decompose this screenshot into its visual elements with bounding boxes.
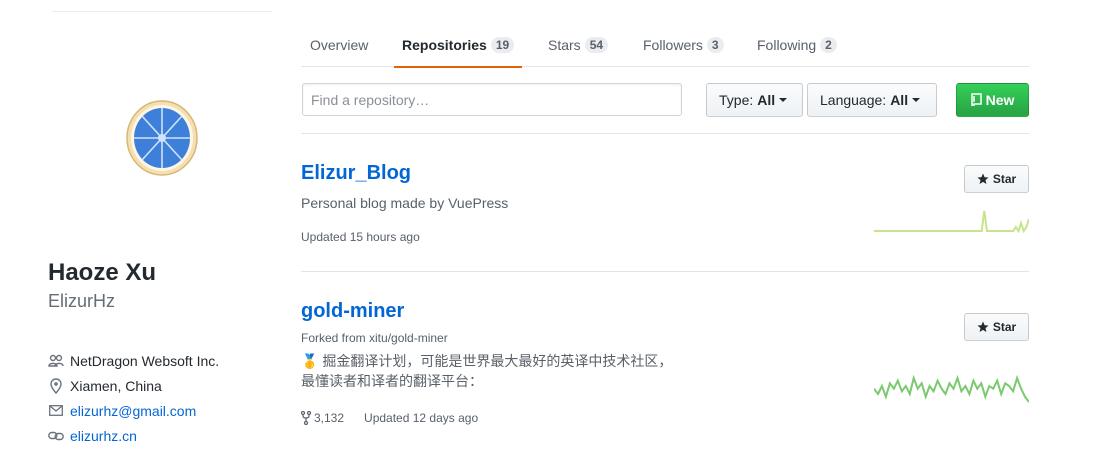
repository-description: 🥇 掘金翻译计划，可能是世界最大最好的英译中技术社区， 最懂读者和译者的翻译平台…	[301, 351, 672, 391]
language-filter-label: Language:	[820, 92, 887, 108]
repository-meta: Updated 15 hours ago	[301, 230, 420, 244]
star-icon	[977, 321, 989, 332]
activity-sparkline-line	[874, 374, 1029, 403]
description-line-2: 最懂读者和译者的翻译平台：	[301, 373, 483, 389]
activity-sparkline	[874, 210, 1029, 234]
repositories-count: 19	[490, 37, 515, 53]
tab-label: Repositories	[402, 37, 487, 53]
repo-icon	[970, 93, 982, 107]
medal-emoji-icon: 🥇	[301, 353, 319, 369]
repository-item: Elizur_Blog Personal blog made by VuePre…	[301, 161, 1029, 261]
profile-username: ElizurHz	[48, 291, 116, 311]
avatar[interactable]	[124, 99, 200, 177]
tab-label: Followers	[643, 37, 703, 53]
sidebar-top-divider	[52, 11, 272, 12]
repository-divider	[301, 271, 1029, 272]
new-repository-button[interactable]: New	[956, 83, 1029, 117]
activity-sparkline-line	[874, 210, 1029, 234]
profile-details: NetDragon Websoft Inc. Xiamen, China eli…	[48, 348, 219, 448]
tab-following[interactable]: Following 2	[757, 23, 837, 67]
forked-from-text: Forked from xitu/gold-miner	[301, 331, 448, 345]
new-button-label: New	[985, 92, 1015, 108]
star-icon	[977, 173, 989, 184]
chevron-down-icon	[779, 98, 788, 102]
followers-count: 3	[706, 37, 724, 53]
type-filter-label: Type:	[719, 92, 754, 108]
profile-fullname: Haoze Xu	[48, 259, 157, 286]
repository-item: gold-miner Forked from xitu/gold-miner 🥇…	[301, 299, 1029, 439]
description-line-1: 掘金翻译计划，可能是世界最大最好的英译中技术社区，	[322, 353, 673, 369]
following-count: 2	[820, 37, 837, 53]
profile-website: elizurhz.cn	[48, 423, 219, 448]
type-filter-value: All	[757, 92, 776, 108]
repository-name-link[interactable]: gold-miner	[301, 299, 404, 323]
fork-count[interactable]: 3,132	[314, 411, 344, 425]
tab-label: Overview	[310, 37, 369, 53]
stars-count: 54	[584, 37, 609, 53]
mail-icon	[48, 403, 64, 419]
star-button[interactable]: Star	[964, 165, 1029, 193]
profile-tabs: Overview Repositories 19 Stars 54 Follow…	[301, 23, 1029, 68]
search-input[interactable]	[302, 83, 682, 116]
website-link[interactable]: elizurhz.cn	[70, 428, 137, 444]
tab-followers[interactable]: Followers 3	[643, 23, 724, 67]
fork-icon	[301, 411, 311, 425]
tab-overview[interactable]: Overview	[310, 23, 368, 67]
email-link[interactable]: elizurhz@gmail.com	[70, 403, 196, 419]
repository-description: Personal blog made by VuePress	[301, 195, 509, 211]
location-icon	[48, 377, 64, 394]
repository-name-link[interactable]: Elizur_Blog	[301, 161, 411, 185]
tab-repositories[interactable]: Repositories 19	[393, 23, 523, 68]
chevron-down-icon	[912, 98, 921, 102]
updated-time: Updated 12 days ago	[364, 411, 479, 425]
tab-stars[interactable]: Stars 54	[548, 23, 609, 67]
profile-location: Xiamen, China	[48, 373, 219, 398]
link-icon	[48, 428, 64, 444]
updated-time: Updated 15 hours ago	[301, 230, 420, 244]
organization-icon	[48, 353, 64, 369]
orange-slice-avatar-image	[126, 100, 198, 176]
star-label: Star	[992, 172, 1017, 186]
activity-sparkline	[874, 374, 1029, 403]
company-text: NetDragon Websoft Inc.	[70, 352, 220, 369]
tab-label: Stars	[548, 37, 581, 53]
language-filter-value: All	[890, 92, 909, 108]
star-button[interactable]: Star	[964, 313, 1029, 341]
location-text: Xiamen, China	[70, 377, 162, 394]
type-filter-button[interactable]: Type: All	[706, 83, 803, 117]
star-label: Star	[992, 320, 1017, 334]
profile-email: elizurhz@gmail.com	[48, 398, 219, 423]
repository-meta: 3,132 Updated 12 days ago	[301, 411, 478, 425]
language-filter-button[interactable]: Language: All	[807, 83, 937, 117]
repository-filter-bar: Type: All Language: All New	[301, 83, 1029, 134]
tab-label: Following	[757, 37, 817, 53]
profile-company: NetDragon Websoft Inc.	[48, 348, 219, 373]
